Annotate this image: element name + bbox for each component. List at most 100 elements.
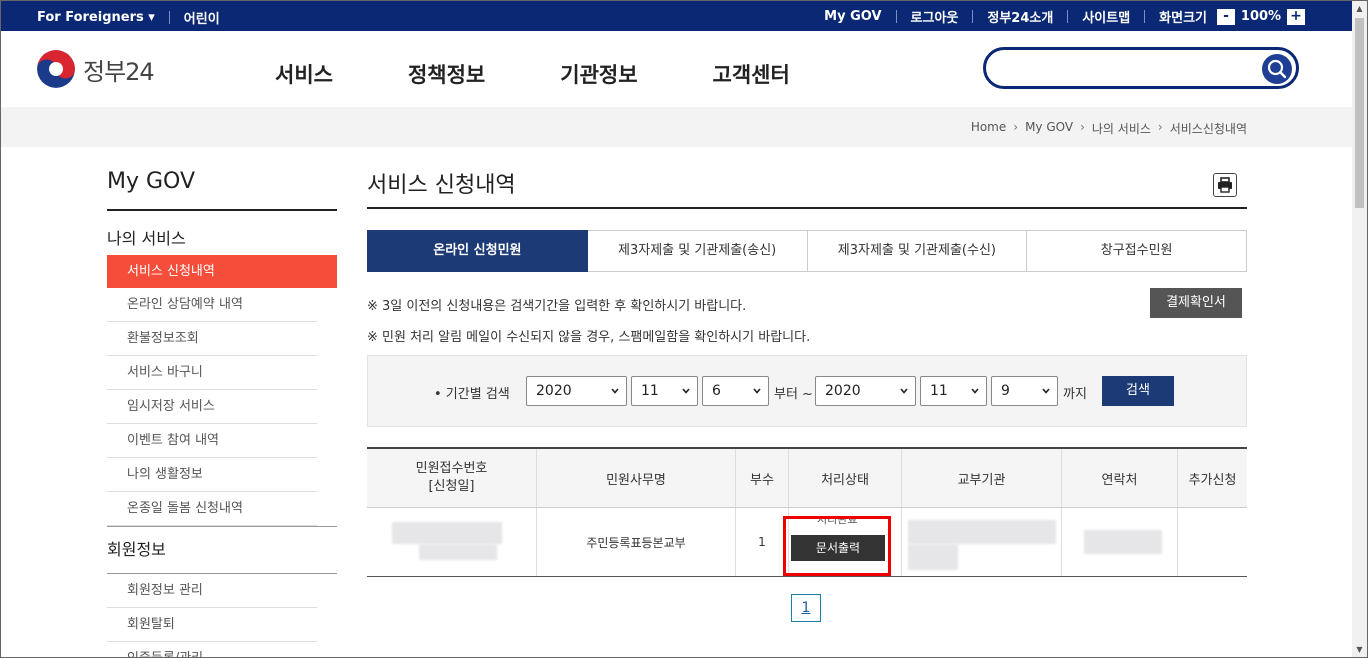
chevron-down-icon bbox=[682, 388, 690, 394]
page-title: 서비스 신청내역 bbox=[367, 167, 1247, 209]
cell-contact bbox=[1061, 507, 1178, 577]
side-nav-section-member[interactable]: 회원정보 bbox=[107, 527, 337, 574]
screen-size-label: 화면크기 bbox=[1159, 11, 1207, 26]
chevron-right-icon: › bbox=[1013, 120, 1019, 134]
side-nav-item[interactable]: 임시저장 서비스 bbox=[107, 390, 317, 424]
side-nav-item[interactable]: 서비스 바구니 bbox=[107, 356, 317, 390]
divider bbox=[1067, 10, 1069, 23]
chevron-down-icon bbox=[611, 388, 619, 394]
nav-agencies[interactable]: 기관정보 bbox=[560, 59, 637, 89]
search-box bbox=[983, 47, 1299, 89]
chevron-down-icon bbox=[753, 388, 761, 394]
zoom-in-button[interactable]: + bbox=[1287, 8, 1305, 25]
from-day-select[interactable]: 6 bbox=[702, 376, 769, 406]
chevron-right-icon: › bbox=[1080, 120, 1085, 134]
from-month-select[interactable]: 11 bbox=[631, 376, 698, 406]
vertical-scrollbar[interactable]: ▲ ▼ bbox=[1352, 1, 1367, 657]
breadcrumb-home[interactable]: Home bbox=[971, 120, 1006, 137]
tab-third-party-received[interactable]: 제3자제출 및 기관제출(수신) bbox=[807, 230, 1028, 272]
from-day-value: 6 bbox=[712, 383, 721, 399]
side-nav-item[interactable]: 회원정보 관리 bbox=[107, 574, 317, 608]
nav-policy[interactable]: 정책정보 bbox=[408, 59, 485, 89]
main-content: 서비스 신청내역 온라인 신청민원 제3자제출 및 기관제출(송신) 제3자제출… bbox=[367, 167, 1247, 622]
side-nav-section-my-services[interactable]: 나의 서비스 bbox=[107, 225, 337, 249]
cell-issuing-agency bbox=[901, 507, 1062, 577]
chevron-down-icon bbox=[900, 388, 908, 394]
col-issuing-agency: 교부기관 bbox=[901, 448, 1062, 508]
redacted-blur bbox=[908, 520, 1056, 544]
nav-customer-center[interactable]: 고객센터 bbox=[713, 59, 790, 89]
payment-receipt-button[interactable]: 결제확인서 bbox=[1150, 288, 1242, 318]
notice-text: ※ 민원 처리 알림 메일이 수신되지 않을 경우, 스팸메일함을 확인하시기 … bbox=[367, 330, 811, 345]
redacted-blur bbox=[392, 522, 502, 544]
taegeuk-logo-icon bbox=[37, 50, 75, 88]
side-nav-item-service-history[interactable]: 서비스 신청내역 bbox=[107, 255, 337, 288]
side-nav-item[interactable]: 환불정보조회 bbox=[107, 322, 317, 356]
scroll-down-icon[interactable]: ▼ bbox=[1352, 642, 1367, 657]
site-header: 정부24 서비스 정책정보 기관정보 고객센터 bbox=[1, 31, 1353, 107]
cell-service-name: 주민등록표등본교부 bbox=[536, 507, 736, 577]
main-nav: 서비스 정책정보 기관정보 고객센터 bbox=[275, 59, 865, 89]
scroll-up-icon[interactable]: ▲ bbox=[1352, 1, 1367, 16]
side-nav: My GOV 나의 서비스 서비스 신청내역 온라인 상담예약 내역 환불정보조… bbox=[107, 169, 337, 657]
logout-link[interactable]: 로그아웃 bbox=[911, 7, 959, 26]
tab-online-applications[interactable]: 온라인 신청민원 bbox=[367, 230, 588, 272]
cell-receipt-number[interactable] bbox=[367, 507, 537, 577]
print-icon bbox=[1218, 177, 1232, 193]
search-icon bbox=[1267, 59, 1287, 79]
divider bbox=[972, 10, 974, 23]
search-submit-button[interactable]: 검색 bbox=[1102, 376, 1174, 406]
breadcrumb-mygov[interactable]: My GOV bbox=[1025, 120, 1073, 137]
divider bbox=[1144, 10, 1146, 23]
kids-link[interactable]: 어린이 bbox=[184, 8, 220, 27]
col-additional: 추가신청 bbox=[1177, 448, 1247, 508]
search-input[interactable] bbox=[1000, 56, 1254, 82]
breadcrumb: Home › My GOV › 나의 서비스 › 서비스신청내역 bbox=[971, 120, 1247, 137]
tab-third-party-sent[interactable]: 제3자제출 및 기관제출(송신) bbox=[587, 230, 808, 272]
side-nav-item[interactable]: 온종일 돌봄 신청내역 bbox=[107, 492, 317, 526]
breadcrumb-my-services[interactable]: 나의 서비스 bbox=[1092, 120, 1151, 137]
to-text: 까지 bbox=[1063, 387, 1087, 402]
redacted-blur bbox=[1084, 530, 1162, 554]
side-nav-title: My GOV bbox=[107, 169, 337, 211]
chevron-down-icon bbox=[1042, 388, 1050, 394]
utility-bar: For Foreigners ▾ 어린이 My GOV 로그아웃 정부24소개 … bbox=[1, 1, 1353, 31]
col-count: 부수 bbox=[735, 448, 789, 508]
col-contact: 연락처 bbox=[1061, 448, 1178, 508]
tab-counter-applications[interactable]: 창구접수민원 bbox=[1027, 230, 1247, 272]
from-text: 부터 ~ bbox=[774, 387, 813, 402]
to-month-select[interactable]: 11 bbox=[920, 376, 987, 406]
sitemap-link[interactable]: 사이트맵 bbox=[1082, 7, 1130, 26]
zoom-out-button[interactable]: - bbox=[1217, 8, 1235, 25]
to-day-value: 9 bbox=[1001, 383, 1010, 399]
my-gov-link[interactable]: My GOV bbox=[824, 9, 881, 24]
chevron-down-icon bbox=[971, 388, 979, 394]
to-month-value: 11 bbox=[930, 383, 948, 399]
about-link[interactable]: 정부24소개 bbox=[987, 7, 1053, 26]
site-logo[interactable]: 정부24 bbox=[37, 50, 155, 88]
for-foreigners-link[interactable]: For Foreigners ▾ bbox=[37, 10, 155, 25]
breadcrumb-current: 서비스신청내역 bbox=[1169, 122, 1247, 136]
search-button[interactable] bbox=[1262, 54, 1292, 84]
browser-frame: For Foreigners ▾ 어린이 My GOV 로그아웃 정부24소개 … bbox=[0, 0, 1368, 658]
from-year-value: 2020 bbox=[536, 383, 572, 399]
print-button[interactable] bbox=[1213, 173, 1237, 197]
from-year-select[interactable]: 2020 bbox=[526, 376, 627, 406]
side-nav-item[interactable]: 인증등록/관리 bbox=[107, 642, 317, 657]
to-year-select[interactable]: 2020 bbox=[815, 376, 916, 406]
side-nav-item[interactable]: 회원탈퇴 bbox=[107, 608, 317, 642]
side-nav-group-member: 회원정보 회원정보 관리 회원탈퇴 인증등록/관리 bbox=[107, 526, 337, 657]
side-nav-item[interactable]: 나의 생활정보 bbox=[107, 458, 317, 492]
col-receipt-number: 민원접수번호 [신청일] bbox=[367, 448, 537, 508]
side-nav-item[interactable]: 이벤트 참여 내역 bbox=[107, 424, 317, 458]
divider bbox=[895, 10, 897, 23]
nav-services[interactable]: 서비스 bbox=[275, 59, 333, 89]
to-day-select[interactable]: 9 bbox=[991, 376, 1058, 406]
side-nav-item[interactable]: 온라인 상담예약 내역 bbox=[107, 288, 317, 322]
scrollbar-thumb[interactable] bbox=[1355, 18, 1364, 208]
divider bbox=[168, 11, 170, 24]
from-month-value: 11 bbox=[641, 383, 659, 399]
pagination-page-1[interactable]: 1 bbox=[791, 594, 821, 622]
highlight-box bbox=[783, 516, 891, 576]
notice-text: ※ 3일 이전의 신청내용은 검색기간을 입력한 후 확인하시기 바랍니다. bbox=[367, 299, 747, 314]
